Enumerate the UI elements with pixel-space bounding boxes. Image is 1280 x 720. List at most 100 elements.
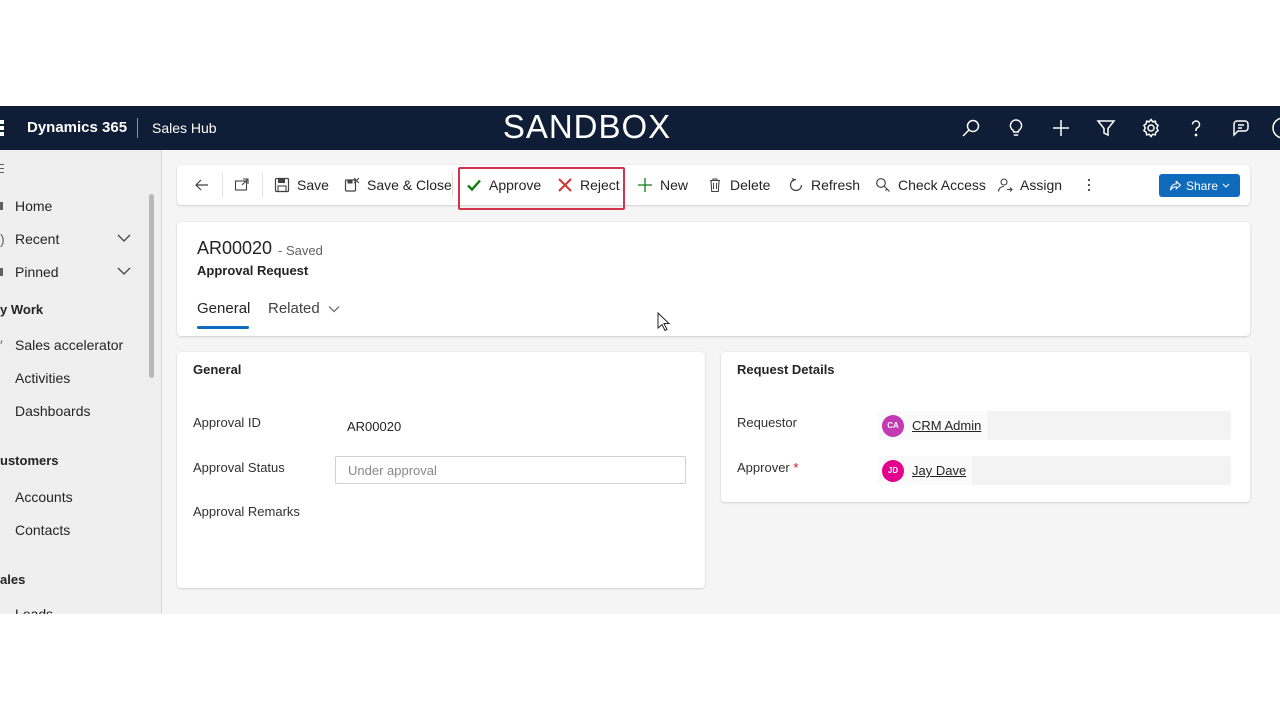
share-button[interactable]: Share — [1159, 174, 1240, 197]
feedback-icon[interactable] — [1229, 116, 1253, 140]
approval-id-label: Approval ID — [193, 415, 261, 430]
command-separator — [262, 173, 263, 197]
command-separator — [452, 173, 453, 197]
share-label: Share — [1185, 178, 1219, 193]
active-tab-indicator — [197, 326, 249, 329]
new-label: New — [660, 177, 689, 193]
chevron-down-icon — [1222, 183, 1230, 188]
command-separator — [222, 173, 223, 197]
arrow-left-icon — [195, 179, 208, 191]
avatar: JD — [882, 459, 904, 482]
plus-icon — [638, 178, 652, 192]
profile-icon[interactable] — [1271, 116, 1280, 140]
new-button[interactable]: New — [637, 165, 688, 205]
chevron-down-icon[interactable] — [117, 233, 131, 243]
assign-label: Assign — [1020, 177, 1063, 193]
sidebar-item-label: Leads — [15, 606, 54, 614]
sidebar-item-label: Recent — [15, 231, 60, 247]
collapse-menu-icon[interactable] — [0, 164, 4, 174]
rocket-icon: ′ — [0, 337, 3, 353]
main-content: Save Save & Close Approve Reject New Del… — [162, 150, 1280, 614]
sidebar-item-label: Sales accelerator — [15, 337, 124, 353]
clock-icon: ) — [0, 231, 5, 247]
key-search-icon — [876, 178, 890, 192]
approval-status-field[interactable]: Under approval — [335, 456, 686, 484]
record-header: AR00020 - Saved Approval Request General… — [177, 222, 1250, 336]
avatar: CA — [882, 414, 904, 437]
save-button[interactable]: Save — [274, 165, 329, 205]
requestor-link[interactable]: CRM Admin — [912, 418, 981, 433]
trash-icon — [710, 178, 720, 193]
check-access-label: Check Access — [898, 177, 986, 193]
top-navigation-bar: Dynamics 365 Sales Hub SANDBOX — [0, 106, 1280, 150]
entity-name: Approval Request — [197, 263, 309, 278]
search-icon[interactable] — [959, 116, 983, 140]
sidebar-item-label: Home — [15, 198, 53, 214]
refresh-icon — [789, 177, 803, 192]
sidebar-item-label: Pinned — [15, 264, 59, 280]
sidebar-item-label: Activities — [15, 370, 71, 386]
environment-banner: SANDBOX — [502, 108, 672, 145]
requestor-label: Requestor — [737, 415, 797, 430]
delete-button[interactable]: Delete — [707, 165, 770, 205]
more-vertical-icon — [1087, 178, 1091, 192]
refresh-button[interactable]: Refresh — [788, 165, 860, 205]
approver-link[interactable]: Jay Dave — [912, 463, 966, 478]
mouse-cursor-icon — [657, 312, 671, 332]
section-title: Request Details — [737, 362, 835, 377]
save-and-close-label: Save & Close — [367, 177, 452, 193]
more-commands-button[interactable] — [1084, 165, 1101, 205]
record-title: AR00020 — [197, 238, 273, 258]
tab-related-label: Related — [268, 300, 320, 317]
highlight-box — [458, 167, 625, 210]
requestor-chip[interactable]: CA CRM Admin — [878, 411, 988, 440]
check-access-button[interactable]: Check Access — [875, 165, 986, 205]
pin-icon — [0, 268, 3, 276]
command-bar: Save Save & Close Approve Reject New Del… — [177, 165, 1250, 210]
sidebar-item-label: Dashboards — [15, 403, 91, 419]
lightbulb-icon[interactable] — [1004, 116, 1028, 140]
section-title: General — [193, 362, 242, 377]
chevron-down-icon[interactable] — [117, 266, 131, 276]
delete-label: Delete — [730, 177, 771, 193]
dynamics-app: Dynamics 365 Sales Hub SANDBOX Home) Re… — [0, 106, 1280, 614]
approver-chip[interactable]: JD Jay Dave — [878, 456, 973, 485]
approval-id-value[interactable]: AR00020 — [347, 419, 401, 434]
assign-button[interactable]: Assign — [997, 165, 1062, 205]
save-label: Save — [297, 177, 329, 193]
sidebar-group-customers: ustomers — [0, 453, 59, 468]
pop-out-icon — [234, 178, 249, 191]
gear-icon[interactable] — [1139, 116, 1163, 140]
open-new-window-button[interactable] — [234, 165, 257, 205]
request-details-section: Request Details Requestor CA CRM Admin A… — [721, 352, 1250, 502]
sidebar-item-label: Accounts — [15, 489, 73, 505]
approver-lookup[interactable]: JD Jay Dave — [878, 456, 1231, 485]
chevron-down-icon — [328, 306, 340, 313]
approval-status-label: Approval Status — [193, 460, 285, 475]
general-section: General Approval ID AR00020 Approval Sta… — [177, 352, 705, 588]
tab-related[interactable]: Related — [268, 300, 340, 317]
sidebar-group-my-work: y Work — [0, 302, 44, 317]
back-button[interactable] — [194, 165, 217, 205]
site-map-sidebar: Home ) Recent Pinned y Work ′ Sales acce… — [0, 150, 162, 614]
requestor-lookup[interactable]: CA CRM Admin — [878, 411, 1231, 440]
sidebar-group-sales: ales — [0, 572, 26, 587]
refresh-label: Refresh — [811, 177, 861, 193]
required-indicator: * — [793, 460, 799, 475]
help-icon[interactable] — [1184, 116, 1208, 140]
tab-general[interactable]: General — [197, 300, 250, 317]
save-status: - Saved — [278, 243, 323, 258]
filter-icon[interactable] — [1094, 116, 1118, 140]
plus-icon[interactable] — [1049, 116, 1073, 140]
share-icon — [1170, 180, 1182, 191]
save-close-icon — [344, 177, 360, 192]
sidebar-item-label: Contacts — [15, 522, 71, 538]
save-icon — [274, 177, 290, 193]
home-icon — [0, 202, 3, 210]
approval-remarks-label: Approval Remarks — [193, 504, 300, 519]
person-assign-icon — [997, 178, 1013, 192]
approver-label: Approver * — [737, 460, 798, 475]
approver-label-text: Approver — [737, 460, 790, 475]
save-and-close-button[interactable]: Save & Close — [344, 165, 452, 205]
sidebar-scrollbar[interactable] — [149, 194, 154, 378]
